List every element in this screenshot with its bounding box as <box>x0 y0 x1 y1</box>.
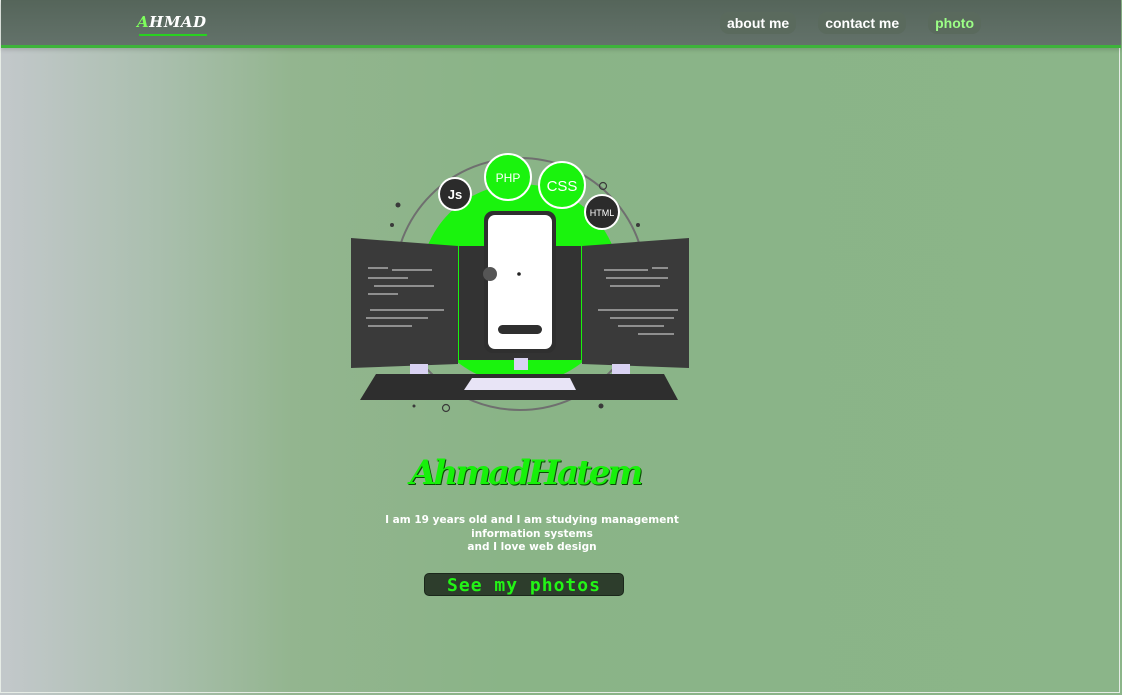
logo-text: HMAD <box>149 13 207 31</box>
left-monitor <box>351 238 458 368</box>
top-navbar: AHMAD about me contact me photo <box>1 0 1121 48</box>
logo-underline <box>139 34 207 36</box>
svg-text:CSS: CSS <box>547 178 578 195</box>
signature-name: AhmadHatem <box>410 453 643 493</box>
php-badge: PHP <box>484 153 532 201</box>
bio-line-1: I am 19 years old and I am studying mana… <box>385 514 679 526</box>
css-badge: CSS <box>538 161 586 209</box>
bio-text: I am 19 years old and I am studying mana… <box>372 514 692 555</box>
logo-first-letter: A <box>137 13 150 31</box>
nav-photo[interactable]: photo <box>928 12 981 34</box>
nav-about-me[interactable]: about me <box>719 12 797 34</box>
see-my-photos-button[interactable]: See my photos <box>424 573 624 596</box>
bio-line-3: and I love web design <box>467 541 597 553</box>
nav-contact-me[interactable]: contact me <box>818 12 907 34</box>
svg-text:PHP: PHP <box>496 171 521 185</box>
html-badge: HTML <box>584 194 620 230</box>
svg-text:Js: Js <box>448 187 462 202</box>
keyboard-icon <box>464 378 576 390</box>
main-nav: about me contact me photo <box>719 12 981 34</box>
right-monitor <box>582 238 689 368</box>
center-stand <box>514 358 528 370</box>
js-badge: Js <box>438 177 472 211</box>
site-logo[interactable]: AHMAD <box>137 13 207 31</box>
bio-line-2: information systems <box>471 527 593 540</box>
svg-text:HTML: HTML <box>590 208 615 218</box>
code-monitor-illustration: Js PHP CSS HTML <box>351 153 689 413</box>
